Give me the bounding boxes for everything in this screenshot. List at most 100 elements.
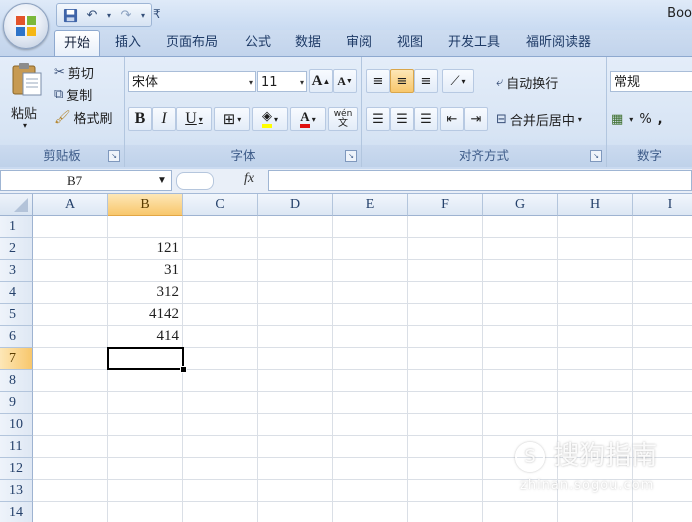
grow-font-button[interactable]: A ▲: [309, 69, 333, 93]
cell-i14[interactable]: [633, 502, 692, 522]
cell-g2[interactable]: [483, 238, 558, 260]
shrink-font-button[interactable]: A ▼: [333, 69, 357, 93]
wrap-text-button[interactable]: ⤶ 自动换行: [496, 71, 558, 93]
cell-c2[interactable]: [183, 238, 258, 260]
cell-f14[interactable]: [408, 502, 483, 522]
cell-i4[interactable]: [633, 282, 692, 304]
cell-g4[interactable]: [483, 282, 558, 304]
cell-f4[interactable]: [408, 282, 483, 304]
undo-icon[interactable]: ↶: [83, 6, 101, 24]
cell-g6[interactable]: [483, 326, 558, 348]
cell-a12[interactable]: [33, 458, 108, 480]
italic-button[interactable]: I: [152, 107, 176, 131]
cell-b3[interactable]: 31: [108, 260, 183, 282]
formula-input[interactable]: [268, 170, 692, 191]
cell-b4[interactable]: 312: [108, 282, 183, 304]
row-header-8[interactable]: 8: [0, 370, 33, 392]
tab-foxit-reader[interactable]: 福昕阅读器: [517, 30, 600, 56]
cell-c3[interactable]: [183, 260, 258, 282]
cell-a13[interactable]: [33, 480, 108, 502]
cell-h7[interactable]: [558, 348, 633, 370]
number-format-combo[interactable]: 常规: [610, 71, 692, 92]
cell-g5[interactable]: [483, 304, 558, 326]
cell-i3[interactable]: [633, 260, 692, 282]
cell-g7[interactable]: [483, 348, 558, 370]
cell-h14[interactable]: [558, 502, 633, 522]
cell-g9[interactable]: [483, 392, 558, 414]
percent-style-button[interactable]: %: [639, 112, 651, 127]
cell-h4[interactable]: [558, 282, 633, 304]
redo-icon[interactable]: ↷: [117, 6, 135, 24]
cell-d2[interactable]: [258, 238, 333, 260]
align-center-button[interactable]: ☰: [390, 107, 414, 131]
cell-h8[interactable]: [558, 370, 633, 392]
cell-i2[interactable]: [633, 238, 692, 260]
orientation-button[interactable]: ⟋ ▾: [442, 69, 474, 93]
cell-h1[interactable]: [558, 216, 633, 238]
cell-d10[interactable]: [258, 414, 333, 436]
dialog-launcher-icon[interactable]: ↘: [108, 150, 120, 162]
row-header-12[interactable]: 12: [0, 458, 33, 480]
cell-f9[interactable]: [408, 392, 483, 414]
cell-g10[interactable]: [483, 414, 558, 436]
cell-b13[interactable]: [108, 480, 183, 502]
cell-b1[interactable]: [108, 216, 183, 238]
column-header-a[interactable]: A: [33, 194, 108, 216]
cell-e8[interactable]: [333, 370, 408, 392]
cell-c1[interactable]: [183, 216, 258, 238]
tab-view[interactable]: 视图: [388, 30, 432, 56]
cell-e10[interactable]: [333, 414, 408, 436]
cell-g8[interactable]: [483, 370, 558, 392]
decrease-indent-button[interactable]: ⇤: [440, 107, 464, 131]
cell-c5[interactable]: [183, 304, 258, 326]
office-button[interactable]: [3, 3, 49, 49]
cell-e5[interactable]: [333, 304, 408, 326]
row-header-7[interactable]: 7: [0, 348, 33, 370]
cell-d1[interactable]: [258, 216, 333, 238]
cell-f3[interactable]: [408, 260, 483, 282]
cell-h5[interactable]: [558, 304, 633, 326]
cell-b12[interactable]: [108, 458, 183, 480]
cell-f13[interactable]: [408, 480, 483, 502]
dropdown-arrow-icon[interactable]: ▾: [105, 6, 113, 24]
cell-e6[interactable]: [333, 326, 408, 348]
cell-d4[interactable]: [258, 282, 333, 304]
row-header-9[interactable]: 9: [0, 392, 33, 414]
cell-e3[interactable]: [333, 260, 408, 282]
row-header-14[interactable]: 14: [0, 502, 33, 522]
cell-f6[interactable]: [408, 326, 483, 348]
cell-a1[interactable]: [33, 216, 108, 238]
phonetic-button[interactable]: wén 文: [328, 107, 358, 131]
align-middle-button[interactable]: ≡: [390, 69, 414, 93]
cell-b9[interactable]: [108, 392, 183, 414]
cell-d9[interactable]: [258, 392, 333, 414]
cell-h6[interactable]: [558, 326, 633, 348]
column-header-i[interactable]: I: [633, 194, 692, 216]
font-color-button[interactable]: A ▾: [290, 107, 326, 131]
cell-e12[interactable]: [333, 458, 408, 480]
column-header-g[interactable]: G: [483, 194, 558, 216]
cell-d3[interactable]: [258, 260, 333, 282]
cell-d13[interactable]: [258, 480, 333, 502]
cell-e13[interactable]: [333, 480, 408, 502]
cell-c4[interactable]: [183, 282, 258, 304]
cell-c12[interactable]: [183, 458, 258, 480]
align-right-button[interactable]: ☰: [414, 107, 438, 131]
cell-b10[interactable]: [108, 414, 183, 436]
fill-handle[interactable]: [180, 366, 187, 373]
format-painter-button[interactable]: 🖌 格式刷: [54, 106, 113, 128]
dialog-launcher-icon[interactable]: ↘: [590, 150, 602, 162]
cell-d5[interactable]: [258, 304, 333, 326]
increase-indent-button[interactable]: ⇥: [464, 107, 488, 131]
cell-b2[interactable]: 121: [108, 238, 183, 260]
row-header-11[interactable]: 11: [0, 436, 33, 458]
cell-h10[interactable]: [558, 414, 633, 436]
underline-button[interactable]: U ▾: [176, 107, 212, 131]
cell-d8[interactable]: [258, 370, 333, 392]
comma-style-button[interactable]: ,: [658, 112, 663, 127]
paste-button[interactable]: 粘贴 ▾: [7, 61, 47, 135]
cell-i10[interactable]: [633, 414, 692, 436]
tab-page-layout[interactable]: 页面布局: [157, 30, 227, 56]
cell-b7[interactable]: [108, 348, 183, 370]
column-header-e[interactable]: E: [333, 194, 408, 216]
